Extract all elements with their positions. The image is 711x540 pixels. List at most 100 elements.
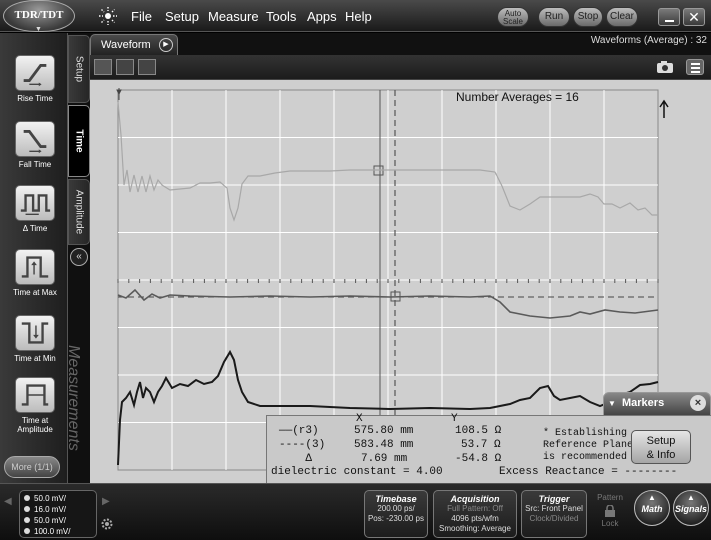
marker-row-label: ——(r3) (279, 425, 319, 437)
waveform-tab[interactable]: Waveform ▶ (90, 34, 178, 55)
setup-info-label-1: Setup (646, 435, 676, 447)
tab-setup[interactable]: Setup (68, 35, 90, 103)
chevron-left-icon[interactable]: ◀ (4, 496, 16, 516)
chevron-down-icon: ▼ (35, 25, 42, 33)
pattern-lock-box[interactable]: Pattern Lock (591, 490, 629, 538)
time-at-min-button[interactable]: Time at Min (4, 315, 66, 375)
channel-scales[interactable]: 50.0 mV/ 16.0 mV/ 50.0 mV/ 100.0 mV/ (19, 490, 97, 538)
acquisition-smoothing: Smoothing: Average (439, 524, 511, 533)
channel-3-scale-value: 50.0 mV/ (34, 516, 67, 525)
tab-setup-label: Setup (73, 55, 85, 83)
more-button[interactable]: More (1/1) (4, 456, 60, 478)
menu-help[interactable]: Help (345, 9, 372, 24)
pattern-label: Pattern (597, 493, 623, 502)
channel-1-indicator-icon (24, 495, 30, 501)
fall-time-label: Fall Time (18, 160, 52, 169)
collapse-panel-icon[interactable]: « (70, 248, 88, 266)
markers-header[interactable]: ▼ Markers × (603, 392, 711, 416)
channel-2-scale-value: 16.0 mV/ (34, 505, 67, 514)
channel-1-scale: 50.0 mV/ (24, 494, 66, 503)
reference-note-2: Reference Plane (543, 440, 634, 451)
signals-button[interactable]: ▲ Signals (673, 490, 709, 526)
grid-layout-icon[interactable] (116, 59, 134, 75)
markers-col-x: X (356, 413, 363, 425)
setup-info-label-2: & Info (646, 449, 676, 461)
marker-row-x: 7.69 mm (361, 453, 408, 465)
status-bar: ◀ 50.0 mV/ 16.0 mV/ 50.0 mV/ 100.0 mV/ ▶… (0, 483, 711, 540)
fall-time-button[interactable]: Fall Time (4, 121, 66, 181)
channel-4-scale: 100.0 mV/ (24, 527, 70, 536)
menu-measure[interactable]: Measure (208, 9, 259, 24)
waveform-status: Waveforms (Average) : 32 (590, 35, 707, 46)
time-at-min-icon (15, 315, 55, 351)
number-averages-label: Number Averages = 16 (456, 90, 579, 104)
signals-label: Signals (674, 504, 707, 514)
time-at-amplitude-button[interactable]: Time at Amplitude (4, 377, 66, 437)
marker-row-y: -54.8 Ω (455, 453, 502, 465)
gear-icon[interactable] (100, 517, 114, 531)
menu-apps[interactable]: Apps (307, 9, 337, 24)
time-at-max-icon (15, 249, 55, 285)
chevron-right-icon[interactable]: ▶ (102, 496, 114, 516)
delta-time-label: Δ Time (22, 224, 48, 233)
markers-title: Markers (622, 397, 665, 409)
trigger-title: Trigger (538, 494, 570, 504)
brightness-icon[interactable] (98, 6, 118, 26)
minimize-button[interactable] (658, 8, 680, 26)
delta-time-button[interactable]: Δ Time (4, 185, 66, 245)
auto-scale-button[interactable]: Auto Scale (497, 7, 529, 27)
single-layout-icon[interactable] (94, 59, 112, 75)
delta-time-icon (15, 185, 55, 221)
channel-1-scale-value: 50.0 mV/ (34, 494, 67, 503)
rise-time-button[interactable]: Rise Time (4, 55, 66, 115)
marker-row-x: 575.80 mm (354, 425, 414, 437)
waveform-window-header: Waveform ▶ Waveforms (Average) : 32 (90, 33, 711, 55)
tdr-mode-button[interactable]: TDR/TDT ▼ (3, 0, 75, 33)
lock-label: Lock (601, 519, 619, 528)
setup-info-button[interactable]: Setup & Info (631, 430, 691, 464)
timebase-scale: 200.00 ps/ (377, 504, 415, 513)
menu-file[interactable]: File (131, 9, 152, 24)
channel-3-indicator-icon (24, 517, 30, 523)
marker-row-x: 583.48 mm (354, 439, 414, 451)
menu-icon[interactable] (686, 59, 704, 75)
waveform-toolbar (90, 55, 711, 80)
tab-amplitude[interactable]: Amplitude (68, 179, 90, 245)
tab-time[interactable]: Time (68, 105, 90, 177)
waveform-display[interactable]: Number Averages = 16 ▼ Markers × X Y ——(… (90, 80, 711, 483)
dielectric-constant: dielectric constant = 4.00 (271, 466, 443, 478)
trigger-box[interactable]: Trigger Src: Front Panel Clock/Divided (521, 490, 587, 538)
reference-note-1: * Establishing (543, 428, 628, 439)
marker-row-label: ----(3) (279, 439, 326, 451)
menu-bar: TDR/TDT ▼ File Setup Measure Tools Apps … (0, 0, 711, 33)
excess-reactance: Excess Reactance = -------- (499, 466, 678, 478)
fall-time-icon (15, 121, 55, 157)
run-button[interactable]: Run (538, 7, 570, 27)
time-at-max-label: Time at Max (13, 288, 57, 297)
stop-button[interactable]: Stop (573, 7, 603, 27)
rise-time-icon (15, 55, 55, 91)
timebase-box[interactable]: Timebase 200.00 ps/ Pos: -230.00 ps (364, 490, 428, 538)
markers-col-y: Y (451, 413, 458, 425)
reference-note-3: is recommended (543, 452, 628, 463)
menu-tools[interactable]: Tools (266, 9, 296, 24)
stacked-layout-icon[interactable] (138, 59, 156, 75)
trigger-mode: Clock/Divided (529, 514, 579, 523)
clear-button[interactable]: Clear (606, 7, 638, 27)
measurement-tool-panel: Rise Time Fall Time Δ Time Time at Max T… (0, 33, 68, 483)
acquisition-box[interactable]: Acquisition Full Pattern: Off 4096 pts/w… (433, 490, 517, 538)
measurements-tab-label: Measurements (65, 345, 82, 451)
close-button[interactable]: ✕ (683, 8, 705, 26)
marker-row-y: 53.7 Ω (461, 439, 501, 451)
menu-setup[interactable]: Setup (165, 9, 199, 24)
play-icon[interactable]: ▶ (159, 38, 173, 52)
timebase-position: Pos: -230.00 ps (367, 514, 425, 523)
chevron-down-icon[interactable]: ▼ (608, 399, 616, 408)
math-label: Math (641, 504, 663, 514)
channel-4-indicator-icon (24, 528, 30, 534)
math-button[interactable]: ▲ Math (634, 490, 670, 526)
camera-icon[interactable] (656, 60, 674, 74)
close-icon[interactable]: × (690, 395, 706, 411)
time-at-max-button[interactable]: Time at Max (4, 249, 66, 309)
trigger-source: Src: Front Panel (525, 504, 583, 513)
